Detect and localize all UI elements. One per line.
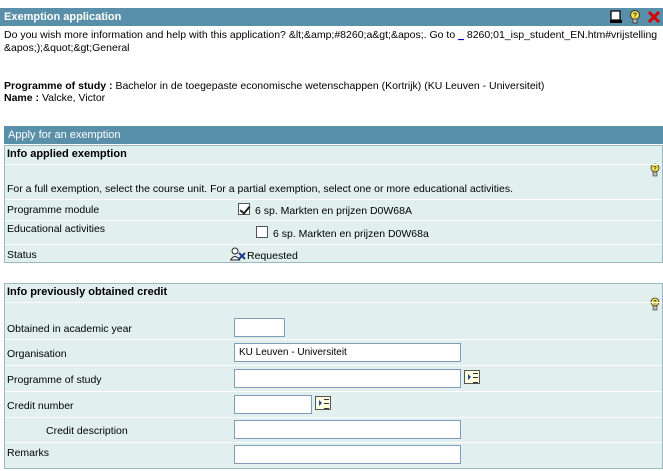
print-icon[interactable]: [608, 9, 624, 25]
name-value: Valcke, Victor: [41, 92, 106, 104]
programme-of-study-input[interactable]: [234, 369, 461, 388]
organisation-input[interactable]: KU Leuven - Universiteit: [234, 343, 461, 362]
svg-text:?: ?: [633, 13, 637, 20]
programme-of-study-label: Programme of study: [7, 374, 102, 386]
programme-label: Programme of study :: [4, 80, 113, 92]
credit-number-label: Credit number: [7, 400, 74, 412]
programme-value: Bachelor in de toegepaste economische we…: [115, 80, 545, 92]
page-title: Exemption application: [4, 11, 122, 23]
educational-activity-option: 6 sp. Markten en prijzen D0W68a: [273, 228, 429, 240]
status-label: Status: [7, 249, 37, 261]
info-previous-title: Info previously obtained credit: [7, 286, 168, 298]
close-icon[interactable]: [646, 9, 662, 25]
programme-module-checkbox[interactable]: [238, 203, 250, 215]
programme-module-option: 6 sp. Markten en prijzen D0W68A: [255, 205, 412, 217]
name-label: Name :: [4, 92, 40, 104]
credit-picker-icon[interactable]: [315, 396, 331, 410]
educational-activity-checkbox[interactable]: [256, 226, 268, 238]
academic-year-input[interactable]: [234, 318, 285, 337]
programme-picker-icon[interactable]: [464, 370, 480, 384]
help-bulb-icon[interactable]: ?: [627, 9, 643, 25]
programme-info: Programme of study : Bachelor in de toeg…: [4, 80, 544, 104]
exemption-instruction: For a full exemption, select the course …: [7, 183, 513, 195]
status-value: Requested: [247, 250, 298, 262]
credit-description-input[interactable]: [234, 420, 461, 439]
apply-section-header: Apply for an exemption: [4, 126, 663, 144]
help-bulb-icon[interactable]: ?: [650, 297, 660, 311]
help-bulb-icon[interactable]: ?: [650, 163, 660, 177]
organisation-label: Organisation: [7, 348, 67, 360]
user-status-icon: [230, 247, 246, 261]
remarks-label: Remarks: [7, 447, 50, 459]
info-previous-panel: Info previously obtained credit ? Obtain…: [4, 283, 663, 469]
info-applied-title: Info applied exemption: [7, 148, 127, 160]
remarks-input[interactable]: [234, 445, 461, 464]
info-applied-panel: Info applied exemption ? For a full exem…: [4, 145, 663, 263]
credit-description-label: Credit description: [46, 425, 128, 437]
page-header: Exemption application ?: [0, 8, 663, 26]
programme-module-label: Programme module: [7, 204, 100, 216]
help-text-prefix: Do you wish more information and help wi…: [4, 29, 459, 41]
credit-number-input[interactable]: [234, 395, 312, 414]
help-text: Do you wish more information and help wi…: [4, 29, 662, 55]
svg-text:?: ?: [653, 167, 657, 173]
educational-activities-label: Educational activities: [7, 223, 106, 235]
academic-year-label: Obtained in academic year: [7, 323, 132, 335]
